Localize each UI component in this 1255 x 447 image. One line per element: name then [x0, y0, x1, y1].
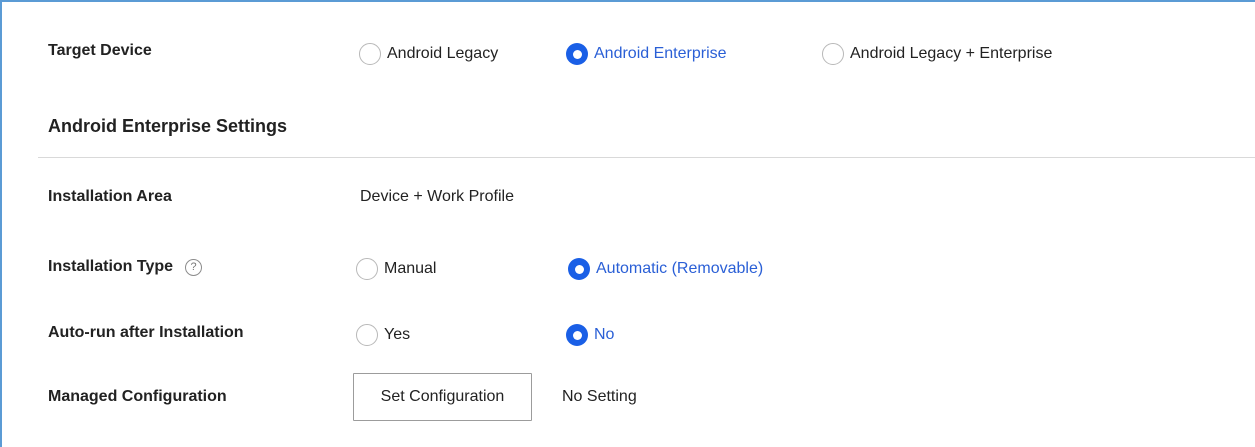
radio-circle-icon	[822, 43, 844, 65]
radio-circle-icon	[356, 258, 378, 280]
auto-run-label: Auto-run after Installation	[48, 324, 244, 341]
installation-type-label-group: Installation Type ?	[48, 258, 203, 276]
radio-label: Automatic (Removable)	[596, 260, 764, 277]
radio-label: Android Legacy	[387, 45, 499, 62]
radio-label: Android Legacy + Enterprise	[850, 45, 1053, 62]
radio-selected-icon	[566, 324, 588, 346]
settings-panel: Target Device Android Legacy Android Ent…	[0, 0, 1255, 447]
radio-circle-icon	[359, 43, 381, 65]
set-configuration-button[interactable]: Set Configuration	[353, 373, 532, 421]
installation-area-value: Device + Work Profile	[360, 188, 514, 205]
installation-type-label: Installation Type	[48, 258, 174, 275]
radio-label: No	[594, 326, 615, 343]
radio-auto-run-no[interactable]: No	[566, 324, 614, 346]
section-divider	[38, 157, 1255, 158]
section-title: Android Enterprise Settings	[48, 116, 288, 136]
radio-selected-icon	[566, 43, 588, 65]
installation-area-label: Installation Area	[48, 188, 172, 205]
radio-android-legacy-enterprise[interactable]: Android Legacy + Enterprise	[822, 43, 1052, 65]
radio-label: Manual	[384, 260, 437, 277]
help-icon[interactable]: ?	[185, 258, 203, 276]
radio-android-enterprise[interactable]: Android Enterprise	[566, 43, 727, 65]
radio-automatic-removable[interactable]: Automatic (Removable)	[568, 258, 763, 280]
radio-circle-icon	[356, 324, 378, 346]
radio-android-legacy[interactable]: Android Legacy	[359, 43, 498, 65]
radio-auto-run-yes[interactable]: Yes	[356, 324, 410, 346]
configuration-status: No Setting	[562, 388, 637, 405]
radio-label: Yes	[384, 326, 411, 343]
radio-manual[interactable]: Manual	[356, 258, 436, 280]
managed-configuration-label: Managed Configuration	[48, 388, 227, 405]
target-device-label: Target Device	[48, 42, 152, 59]
radio-label: Android Enterprise	[594, 45, 727, 62]
radio-selected-icon	[568, 258, 590, 280]
